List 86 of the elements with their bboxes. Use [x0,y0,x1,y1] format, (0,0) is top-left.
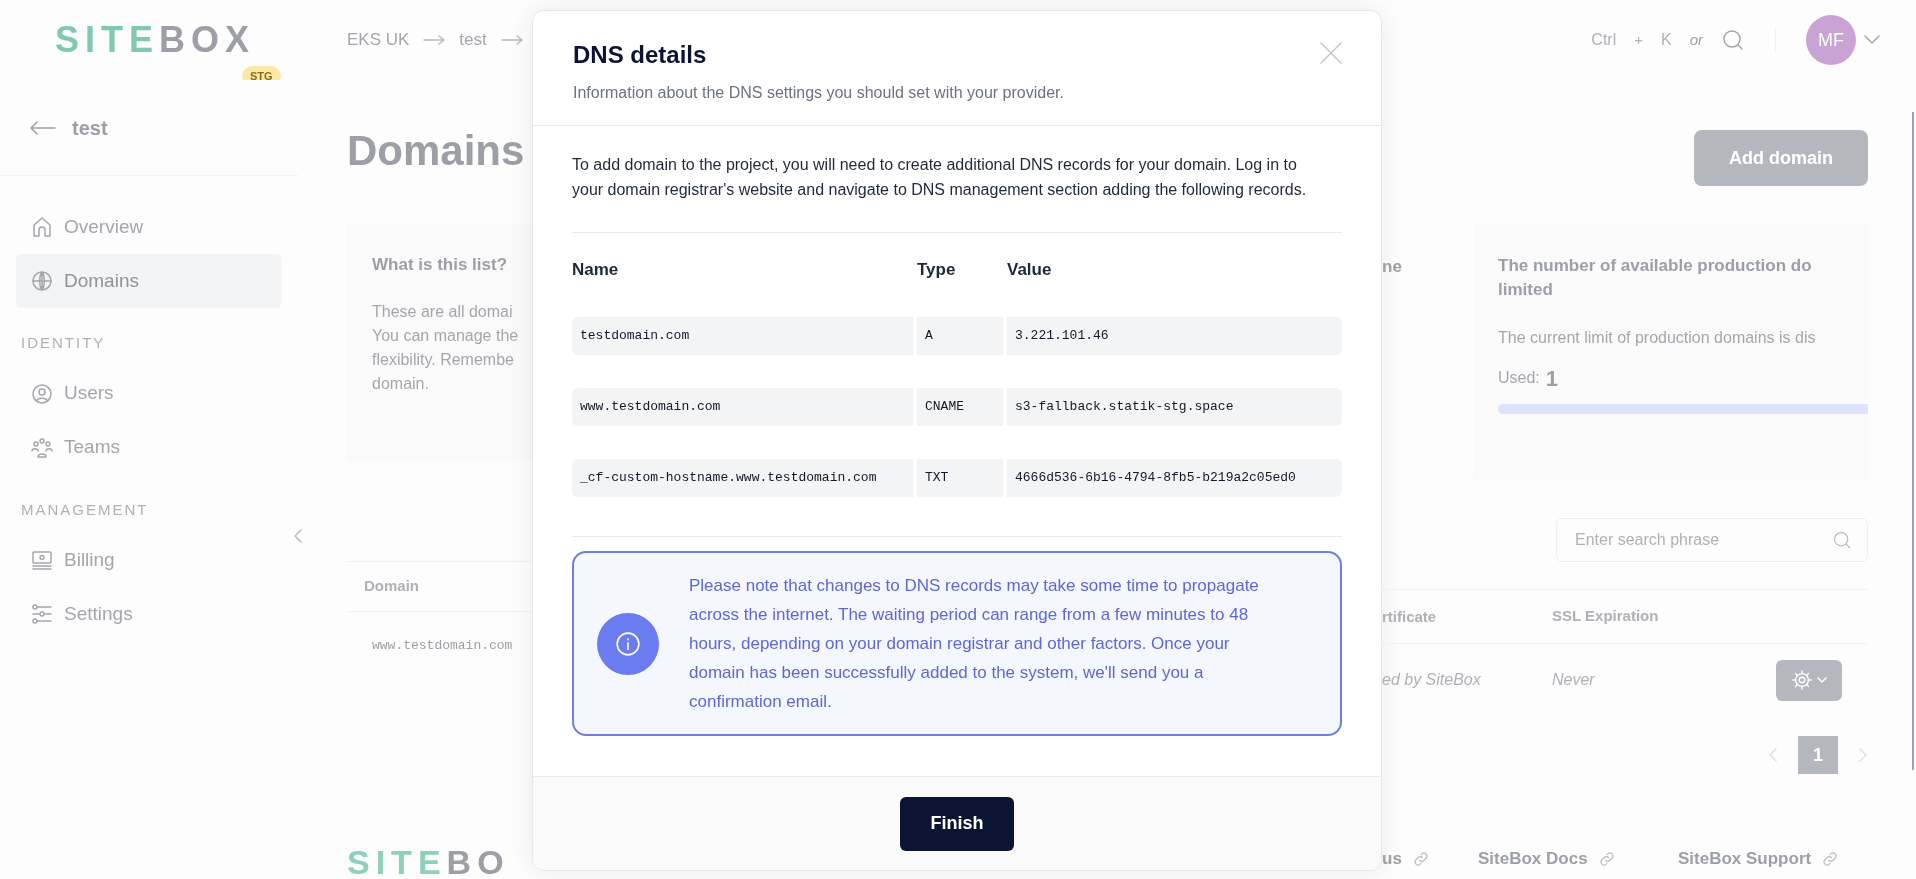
card-title: The number of available production do [1498,255,1812,277]
column-header: rtificate [1382,607,1437,625]
card-title: What is this list? [372,254,509,276]
sidebar-item[interactable]: Domains [16,254,282,308]
card-text: You can manage the [372,325,519,346]
key-hint: K [1661,30,1672,50]
user-menu[interactable]: MF [1806,15,1880,65]
sidebar-item[interactable]: Users [16,366,282,421]
table-cell: 3.221.101.46 [1007,317,1342,355]
sidebar-item[interactable]: Overview [16,200,282,254]
table-cell: 4666d536-6b16-4794-8fb5-b219a2c05ed0 [1007,459,1342,497]
note-text: Please note that changes to DNS records may take some time to propagate across the internet. The waiting period can range from a few minutes to 48 hours, depending on your domain registrar and other factors. Once your domain has been successfully added to the system, we'll send you a confirmation email. [689,575,1260,713]
section-heading: MANAGEMENT [20,499,150,520]
arrow-icon [423,34,446,46]
table-cell: A [917,317,1003,355]
search-field[interactable]: Enter search phrase [1556,518,1868,562]
link-icon [1411,849,1430,868]
previous-page-button[interactable] [1768,748,1778,762]
card-title: ne [1382,256,1402,278]
dialog-title: DNS details [573,40,707,70]
card-text: These are all domai [372,301,513,322]
column-header: Name [572,260,619,279]
chevron-down-icon [1864,35,1880,45]
link-icon [1821,849,1840,868]
chevron-left-icon [293,529,303,543]
table-cell-text: Never [1552,670,1595,690]
team-icon [30,435,54,460]
table-cell: CNAME [917,388,1003,426]
sidebar-item[interactable]: Settings [16,587,282,641]
money-icon [30,548,54,572]
search-icon [1832,530,1852,550]
avatar: MF [1806,15,1856,65]
footer-link[interactable]: us [1382,846,1478,872]
table-cell: ed by SiteBox [1382,671,1481,688]
search-button[interactable] [1721,28,1745,52]
or-label: or [1689,29,1703,50]
chevron-down-icon [1817,676,1827,684]
card-text: domain. [372,373,429,394]
sidebar-item[interactable]: Teams [16,420,282,475]
page-title: Domains [347,130,525,172]
actions-menu-button[interactable] [1776,659,1842,701]
globe-icon [30,269,54,293]
back-link[interactable]: test [72,112,108,143]
finish-button[interactable]: Finish [900,796,1014,851]
sidebar-item[interactable]: Billing [16,533,282,587]
table-cell: TXT [917,459,1003,497]
breadcrumb-link[interactable]: test [459,27,487,53]
page-button[interactable]: 1 [1798,736,1838,774]
chevron-left-icon [1768,748,1778,762]
column-header: Value [1007,260,1052,279]
link-icon [1597,849,1616,868]
table-cell: www.testdomain.com [572,388,913,426]
dialog-subtitle: Information about the DNS settings you should set with your provider. [573,83,1064,103]
column-header: Domain [364,576,419,597]
footer-link[interactable]: SiteBox Support [1678,846,1840,872]
plus-sign: + [1634,29,1643,50]
home-icon [30,215,54,239]
section-heading: IDENTITY [20,333,107,353]
used-count: 1 [1545,368,1559,390]
column-header: SSL Expiration [1552,606,1659,627]
column-header: Type [917,260,956,279]
chevron-right-icon [1858,748,1868,762]
search-icon [1721,28,1745,52]
used-label: Used: [1498,368,1540,388]
add-domain-button[interactable]: Add domain [1694,130,1868,186]
card-text: flexibility. Remembe [372,349,514,370]
user-icon [30,381,54,406]
table-cell: testdomain.com [572,317,913,355]
close-icon [1317,39,1345,67]
logo: SITEBOX [55,22,256,58]
gear-icon [1791,669,1813,691]
breadcrumb-link[interactable]: EKS UK [347,27,410,53]
arrow-icon [500,34,523,46]
card-title: limited [1498,279,1553,301]
close-button[interactable] [1317,39,1345,67]
key-hint: Ctrl [1591,30,1617,50]
next-page-button[interactable] [1858,748,1868,762]
sliders-icon [30,602,54,626]
intro-text: To add domain to the project, you will need to create additional DNS records for your domain. Log in to your domain registrar's website and navigate to DNS management section adding the following records. [572,155,1308,200]
table-cell: _cf-custom-hostname.www.testdomain.com [572,459,913,497]
footer-logo: SITEBO [347,845,510,879]
card-text: The current limit of production domains is dis [1498,328,1816,348]
table-cell: s3-fallback.statik-stg.space [1007,388,1342,426]
footer-link[interactable]: SiteBox Docs [1478,846,1678,872]
table-cell-text: www.testdomain.com [372,637,513,656]
back-arrow-icon [30,120,56,135]
